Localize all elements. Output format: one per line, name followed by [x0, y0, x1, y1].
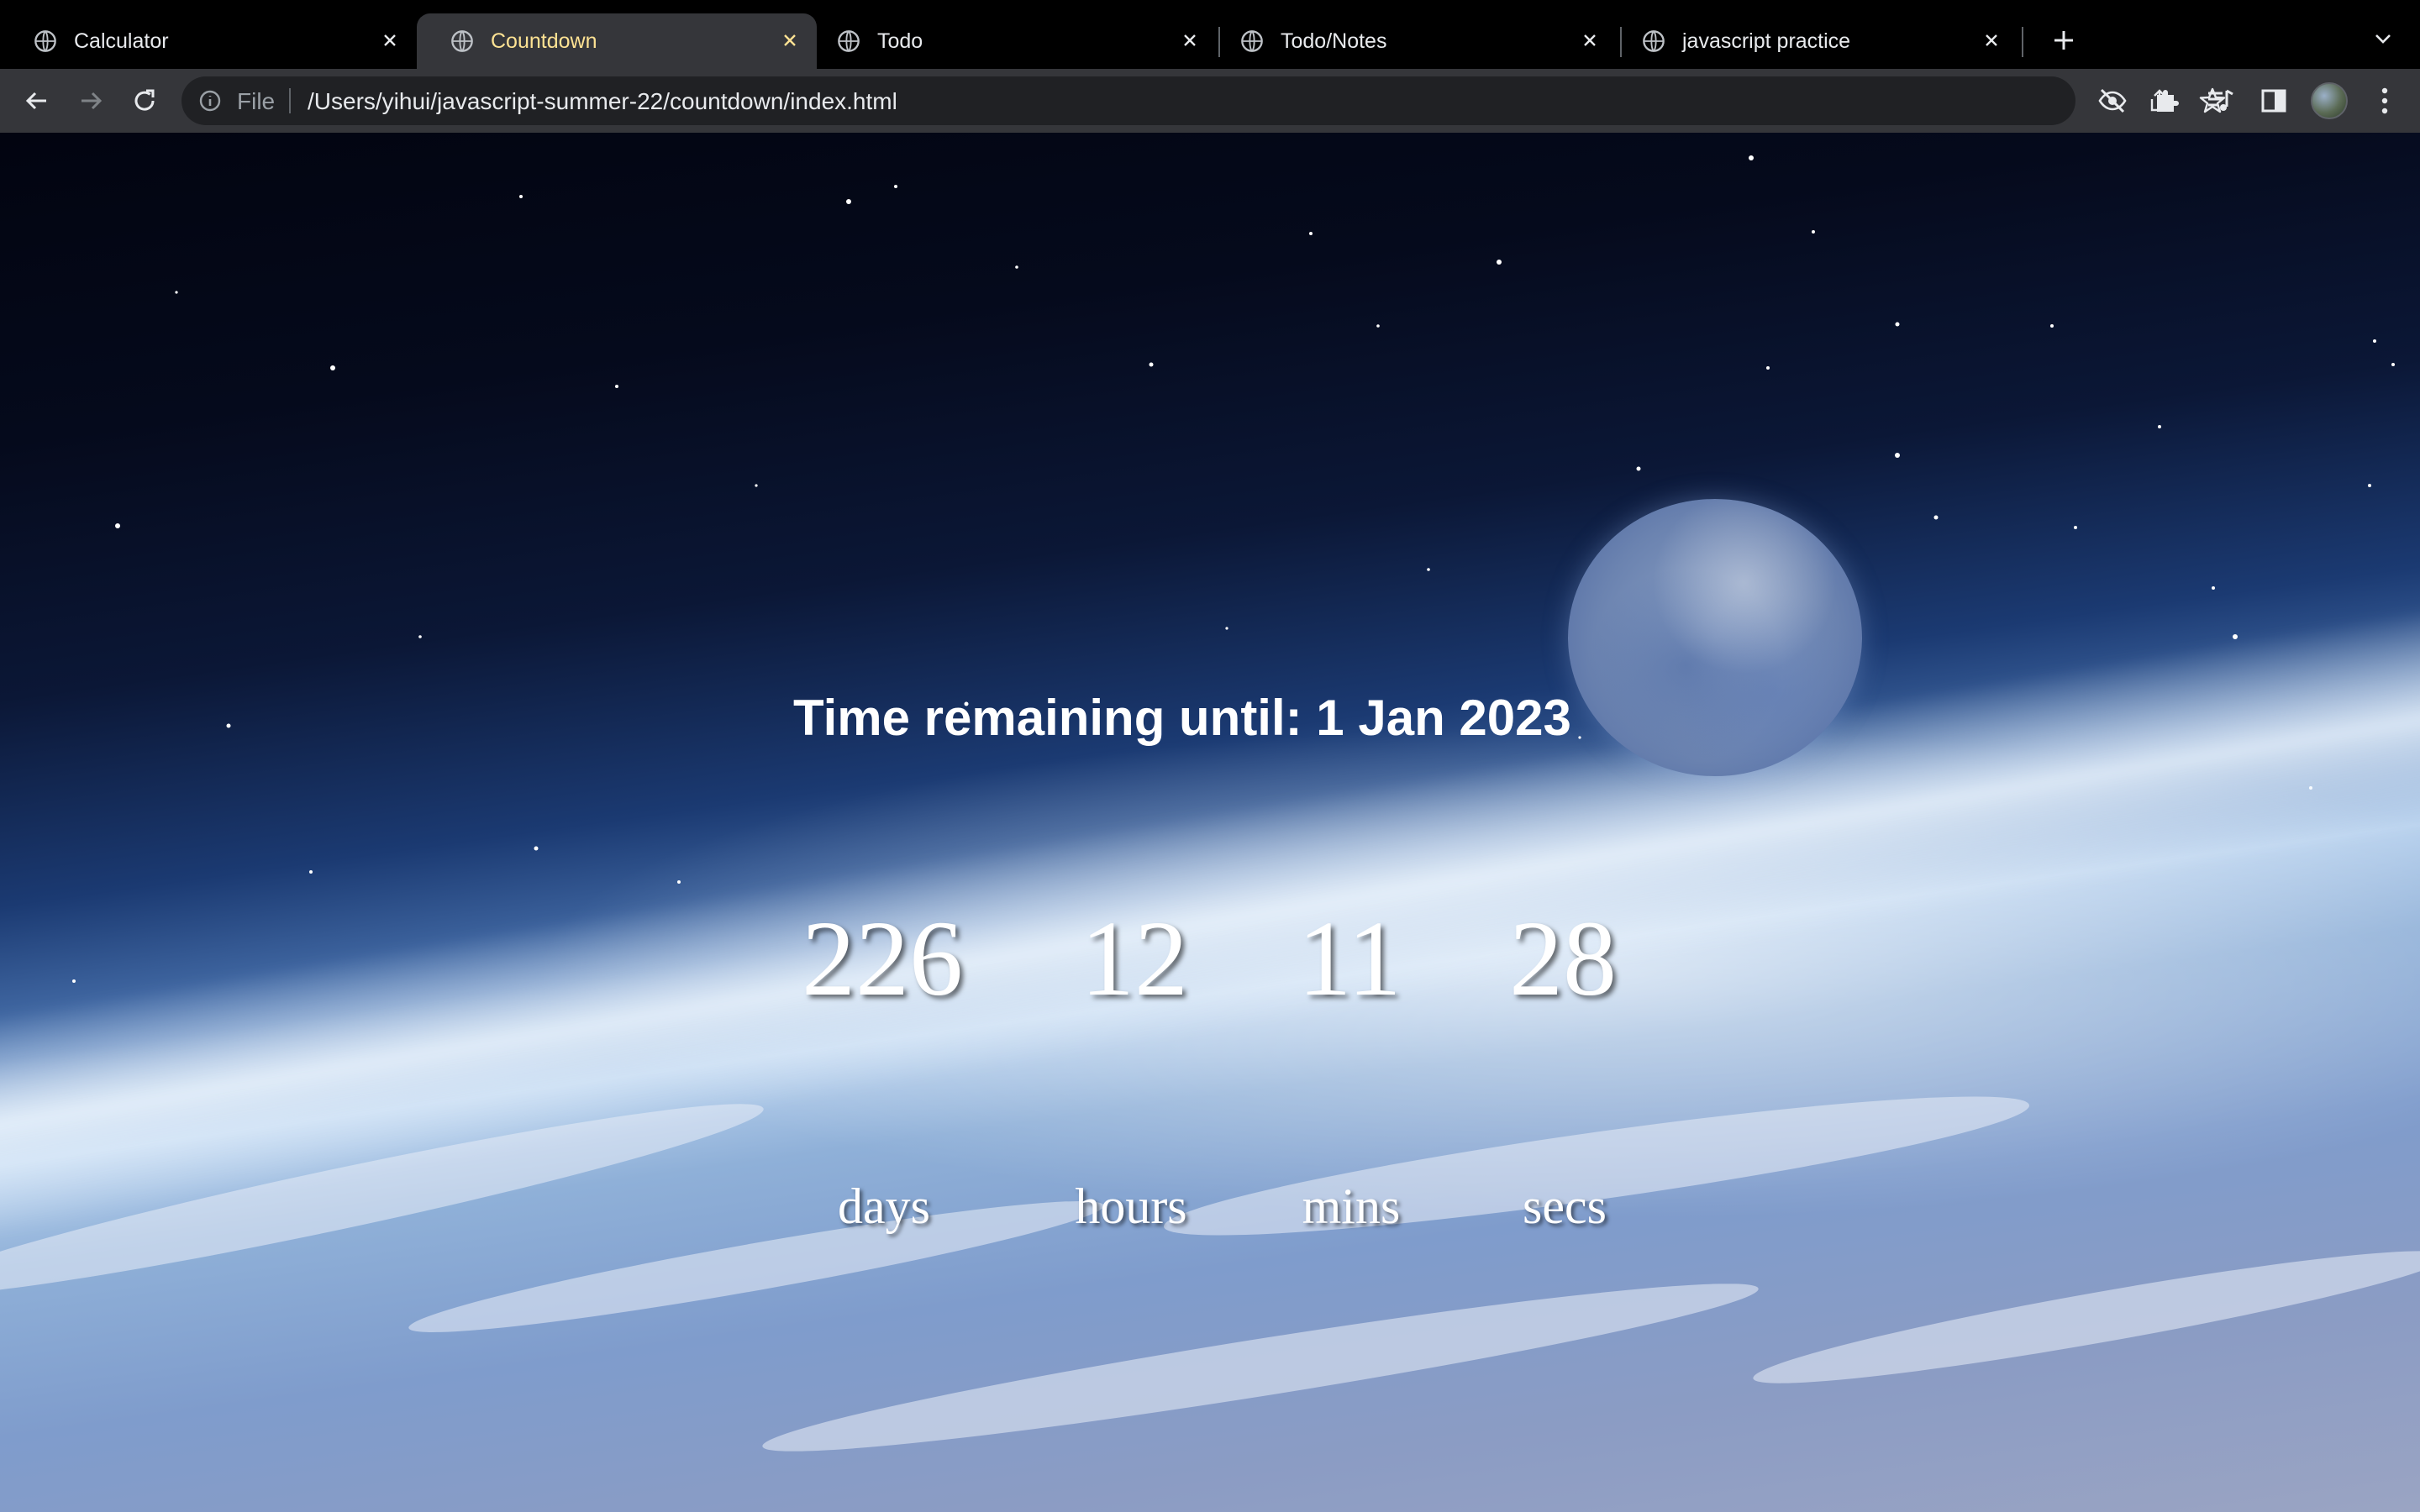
- chevron-down-icon: [2375, 34, 2391, 44]
- earth-clouds: [0, 1096, 2420, 1452]
- secs-label: secs: [1523, 1179, 1607, 1234]
- tab-title: Calculator: [74, 29, 169, 53]
- close-tab-icon[interactable]: [1575, 25, 1605, 55]
- days-value: 226: [802, 899, 963, 1018]
- close-tab-icon[interactable]: [775, 25, 805, 55]
- media-control-icon[interactable]: [2203, 84, 2237, 118]
- tab-title: javascript practice: [1682, 29, 1851, 53]
- side-panel-icon[interactable]: [2257, 84, 2291, 118]
- mins-label: mins: [1302, 1179, 1401, 1234]
- plus-icon: [2054, 31, 2073, 50]
- tab-separator: [2022, 27, 2023, 57]
- page-viewport: Time remaining until: 1 Jan 2023 226 12 …: [0, 133, 2420, 1512]
- forward-button[interactable]: [69, 79, 113, 123]
- arrow-left-icon: [25, 92, 46, 110]
- tab-search-button[interactable]: [2366, 22, 2400, 55]
- tab-strip: Calculator Countdown Todo Todo/Notes jav…: [0, 0, 2420, 69]
- tab-countdown[interactable]: Countdown: [417, 13, 817, 69]
- close-tab-icon[interactable]: [375, 25, 405, 55]
- arrow-right-icon: [82, 92, 103, 110]
- tab-title: Todo: [877, 29, 923, 53]
- back-button[interactable]: [15, 79, 59, 123]
- mins-value: 11: [1297, 899, 1402, 1018]
- page-heading: Time remaining until: 1 Jan 2023: [793, 690, 1571, 746]
- globe-icon: [34, 30, 56, 52]
- new-tab-button[interactable]: [2044, 20, 2084, 60]
- omnibox-divider: [289, 88, 291, 113]
- globe-icon: [1643, 30, 1665, 52]
- globe-icon: [1241, 30, 1263, 52]
- eye-off-icon[interactable]: [2096, 84, 2129, 118]
- secs-value: 28: [1509, 899, 1617, 1018]
- more-menu-icon[interactable]: [2368, 84, 2402, 118]
- tab-todo-notes[interactable]: Todo/Notes: [1207, 13, 1617, 69]
- reload-button[interactable]: [123, 79, 166, 123]
- hours-value: 12: [1081, 899, 1188, 1018]
- tab-javascript-practice[interactable]: javascript practice: [1608, 13, 2018, 69]
- browser-toolbar: File /Users/yihui/javascript-summer-22/c…: [0, 69, 2420, 134]
- extensions-puzzle-icon[interactable]: [2149, 84, 2183, 118]
- close-tab-icon[interactable]: [1175, 25, 1205, 55]
- days-label: days: [838, 1179, 930, 1234]
- address-bar[interactable]: File /Users/yihui/javascript-summer-22/c…: [182, 76, 2226, 125]
- tab-title: Countdown: [491, 29, 597, 53]
- hours-label: hours: [1075, 1179, 1187, 1234]
- tab-todo[interactable]: Todo: [803, 13, 1217, 69]
- tab-title: Todo/Notes: [1281, 29, 1387, 53]
- reload-icon: [134, 89, 155, 111]
- tab-calculator[interactable]: Calculator: [0, 13, 417, 69]
- globe-icon: [451, 30, 473, 52]
- globe-icon: [838, 30, 860, 52]
- url-text[interactable]: /Users/yihui/javascript-summer-22/countd…: [308, 88, 897, 115]
- url-scheme-label: File: [237, 88, 276, 114]
- profile-avatar[interactable]: [2311, 82, 2348, 119]
- close-tab-icon[interactable]: [1976, 25, 2007, 55]
- info-icon[interactable]: [198, 89, 222, 113]
